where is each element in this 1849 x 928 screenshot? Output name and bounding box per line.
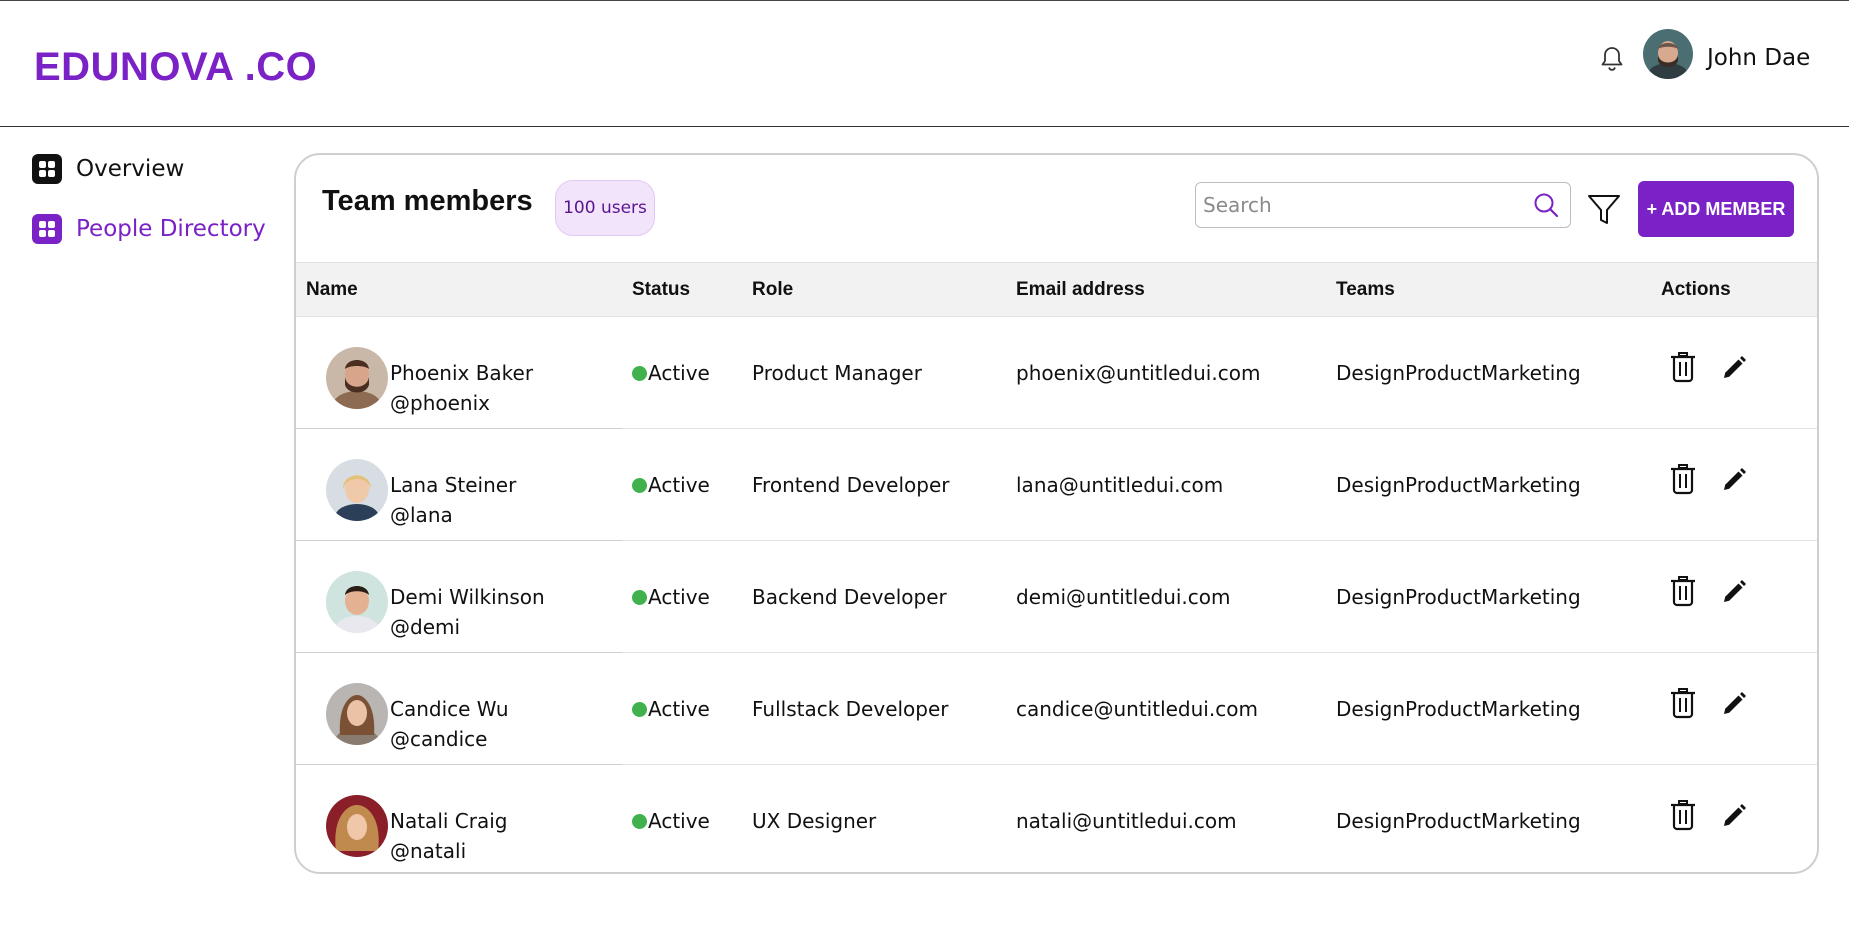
column-header-role[interactable]: Role (752, 279, 793, 301)
top-bar: EDUNOVA .CO John Dae (0, 0, 1849, 127)
member-role: Fullstack Developer (752, 697, 949, 721)
trash-icon[interactable] (1668, 463, 1698, 495)
member-email: natali@untitledui.com (1016, 809, 1237, 833)
member-role: Backend Developer (752, 585, 947, 609)
status-badge: Active (632, 809, 710, 833)
member-handle: @lana (390, 503, 453, 527)
member-role: Frontend Developer (752, 473, 950, 497)
search-box[interactable] (1195, 182, 1571, 228)
member-name: Candice Wu (390, 697, 509, 721)
column-header-status[interactable]: Status (632, 279, 690, 301)
grid-icon (32, 214, 62, 244)
status-dot-icon (632, 701, 647, 717)
edit-icon[interactable] (1721, 579, 1747, 605)
trash-icon[interactable] (1668, 575, 1698, 607)
status-dot-icon (632, 365, 647, 381)
member-email: phoenix@untitledui.com (1016, 361, 1261, 385)
user-count-badge: 100 users (555, 180, 655, 236)
table-row[interactable]: Lana Steiner @lana Active Frontend Devel… (296, 429, 1817, 541)
member-teams: DesignProductMarketing (1336, 697, 1581, 721)
team-members-card: Team members 100 users + ADD MEMBER Name… (294, 153, 1819, 874)
user-avatar[interactable] (1643, 29, 1693, 79)
column-header-email[interactable]: Email address (1016, 279, 1145, 301)
member-handle: @natali (390, 839, 467, 863)
status-badge: Active (632, 585, 710, 609)
member-role: UX Designer (752, 809, 877, 833)
table-row[interactable]: Phoenix Baker @phoenix Active Product Ma… (296, 317, 1817, 429)
status-badge: Active (632, 361, 710, 385)
trash-icon[interactable] (1668, 687, 1698, 719)
member-name: Natali Craig (390, 809, 508, 833)
sidebar-item-label: Overview (76, 156, 185, 182)
status-badge: Active (632, 697, 710, 721)
status-dot-icon (632, 589, 647, 605)
member-handle: @candice (390, 727, 488, 751)
avatar (326, 571, 388, 633)
member-teams: DesignProductMarketing (1336, 809, 1581, 833)
filter-icon[interactable] (1586, 191, 1622, 227)
table-row[interactable]: Natali Craig @natali Active UX Designer … (296, 765, 1817, 872)
page-title: Team members (322, 185, 533, 217)
column-header-teams[interactable]: Teams (1336, 279, 1395, 301)
table-header: Name Status Role Email address Teams Act… (296, 262, 1817, 317)
grid-icon (32, 154, 62, 184)
avatar (326, 347, 388, 409)
edit-icon[interactable] (1721, 691, 1747, 717)
member-teams: DesignProductMarketing (1336, 473, 1581, 497)
avatar (326, 683, 388, 745)
status-dot-icon (632, 813, 647, 829)
member-email: candice@untitledui.com (1016, 697, 1258, 721)
column-header-actions: Actions (1661, 279, 1731, 300)
avatar (326, 459, 388, 521)
sidebar-item-people-directory[interactable]: People Directory (32, 211, 266, 247)
member-name: Phoenix Baker (390, 361, 534, 385)
table-row[interactable]: Demi Wilkinson @demi Active Backend Deve… (296, 541, 1817, 653)
add-member-button[interactable]: + ADD MEMBER (1638, 181, 1794, 237)
search-input[interactable] (1203, 193, 1523, 217)
member-email: demi@untitledui.com (1016, 585, 1231, 609)
logo[interactable]: EDUNOVA .CO (34, 45, 317, 90)
avatar (326, 795, 388, 857)
search-icon[interactable] (1532, 191, 1560, 219)
member-teams: DesignProductMarketing (1336, 585, 1581, 609)
bell-icon[interactable] (1596, 43, 1628, 75)
member-handle: @phoenix (390, 391, 490, 415)
sidebar-item-overview[interactable]: Overview (32, 151, 184, 187)
column-header-name[interactable]: Name (306, 279, 358, 301)
member-teams: DesignProductMarketing (1336, 361, 1581, 385)
member-email: lana@untitledui.com (1016, 473, 1224, 497)
status-badge: Active (632, 473, 710, 497)
trash-icon[interactable] (1668, 351, 1698, 383)
table-row[interactable]: Candice Wu @candice Active Fullstack Dev… (296, 653, 1817, 765)
edit-icon[interactable] (1721, 355, 1747, 381)
trash-icon[interactable] (1668, 799, 1698, 831)
sidebar-item-label: People Directory (76, 216, 266, 242)
status-dot-icon (632, 477, 647, 493)
edit-icon[interactable] (1721, 803, 1747, 829)
member-name: Lana Steiner (390, 473, 517, 497)
edit-icon[interactable] (1721, 467, 1747, 493)
member-handle: @demi (390, 615, 461, 639)
member-name: Demi Wilkinson (390, 585, 545, 609)
member-role: Product Manager (752, 361, 922, 385)
user-name[interactable]: John Dae (1707, 45, 1810, 71)
